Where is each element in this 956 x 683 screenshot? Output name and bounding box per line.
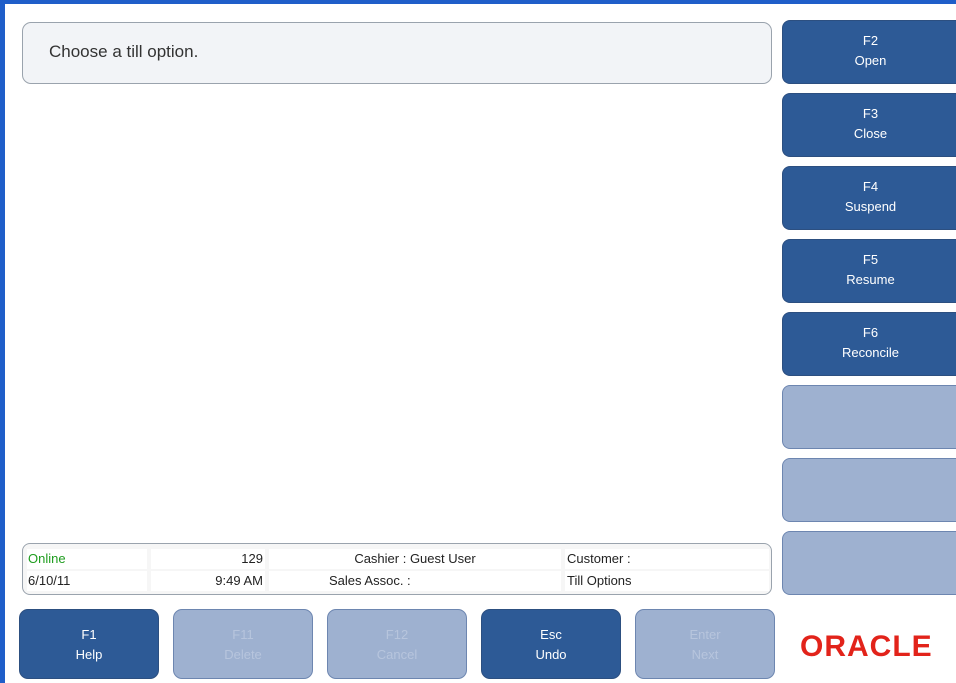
resume-button[interactable]: F5 Resume [782,239,956,303]
delete-button[interactable]: F11 Delete [173,609,313,679]
online-status: Online [27,549,147,569]
help-label: Help [75,647,103,662]
status-row-1: Online 129 Cashier : Guest User Customer… [27,549,769,569]
undo-key: Esc [540,627,562,642]
window-top-edge [0,0,956,4]
register-number: 129 [151,549,265,569]
help-button[interactable]: F1 Help [19,609,159,679]
reconcile-label: Reconcile [841,345,900,360]
cancel-key: F12 [385,627,409,642]
close-label: Close [853,126,888,141]
oracle-logo: ORACLE [800,630,933,663]
undo-button[interactable]: Esc Undo [481,609,621,679]
empty-side-button-2[interactable] [782,458,956,522]
reconcile-button[interactable]: F6 Reconcile [782,312,956,376]
delete-key: F11 [232,627,254,642]
undo-label: Undo [535,647,567,662]
prompt-text: Choose a till option. [49,42,199,61]
date-display: 6/10/11 [27,571,147,591]
status-row-2: 6/10/11 9:49 AM Sales Assoc. : Till Opti… [27,571,769,591]
suspend-label: Suspend [844,199,897,214]
status-panel: Online 129 Cashier : Guest User Customer… [22,543,772,595]
empty-side-button-1[interactable] [782,385,956,449]
time-display: 9:49 AM [151,571,265,591]
cashier-info: Cashier : Guest User [269,549,561,569]
next-key: Enter [689,627,721,642]
window-left-edge [0,0,5,683]
open-label: Open [854,53,887,68]
prompt-area: Choose a till option. [22,22,772,84]
empty-side-button-3[interactable] [782,531,956,595]
next-label: Next [691,647,719,662]
sales-assoc-info: Sales Assoc. : [269,571,561,591]
suspend-key: F4 [862,179,879,194]
cancel-label: Cancel [376,647,418,662]
resume-key: F5 [862,252,879,267]
delete-label: Delete [224,647,262,662]
next-button[interactable]: Enter Next [635,609,775,679]
reconcile-key: F6 [862,325,879,340]
suspend-button[interactable]: F4 Suspend [782,166,956,230]
screen-name: Till Options [565,571,769,591]
customer-info: Customer : [565,549,769,569]
help-key: F1 [81,627,97,642]
open-button[interactable]: F2 Open [782,20,956,84]
resume-label: Resume [846,272,895,287]
close-button[interactable]: F3 Close [782,93,956,157]
open-key: F2 [862,33,879,48]
close-key: F3 [862,106,879,121]
cancel-button[interactable]: F12 Cancel [327,609,467,679]
